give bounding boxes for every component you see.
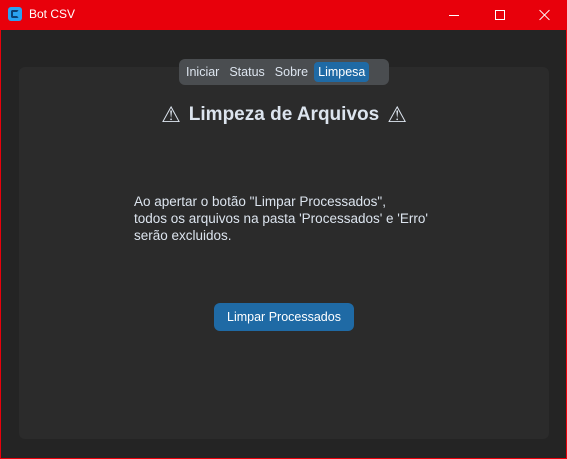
app-logo-icon [8,7,22,21]
cleanup-description: Ao apertar o botão "Limpar Processados",… [134,194,428,243]
tab-bar: Iniciar Status Sobre Limpesa [179,59,389,85]
warning-icon: ⚠ [161,102,181,127]
close-button[interactable] [522,0,567,30]
tab-limpesa[interactable]: Limpesa [314,62,370,82]
title-bar[interactable]: Bot CSV [1,0,566,30]
window-title: Bot CSV [29,7,76,21]
page-title: ⚠ Limpeza de Arquivos ⚠ [19,102,549,128]
tab-iniciar[interactable]: Iniciar [182,62,223,82]
app-window: Bot CSV Iniciar Status Sobre Limpesa ⚠ L… [0,0,567,459]
minimize-button[interactable] [431,0,477,30]
tab-sobre[interactable]: Sobre [271,62,312,82]
maximize-icon [495,10,505,20]
maximize-button[interactable] [477,0,523,30]
page-title-text: Limpeza de Arquivos [188,104,380,125]
minimize-icon [449,14,459,16]
close-icon [539,9,551,21]
clear-processed-button[interactable]: Limpar Processados [214,303,354,331]
warning-icon: ⚠ [387,102,407,127]
tab-status[interactable]: Status [225,62,268,82]
